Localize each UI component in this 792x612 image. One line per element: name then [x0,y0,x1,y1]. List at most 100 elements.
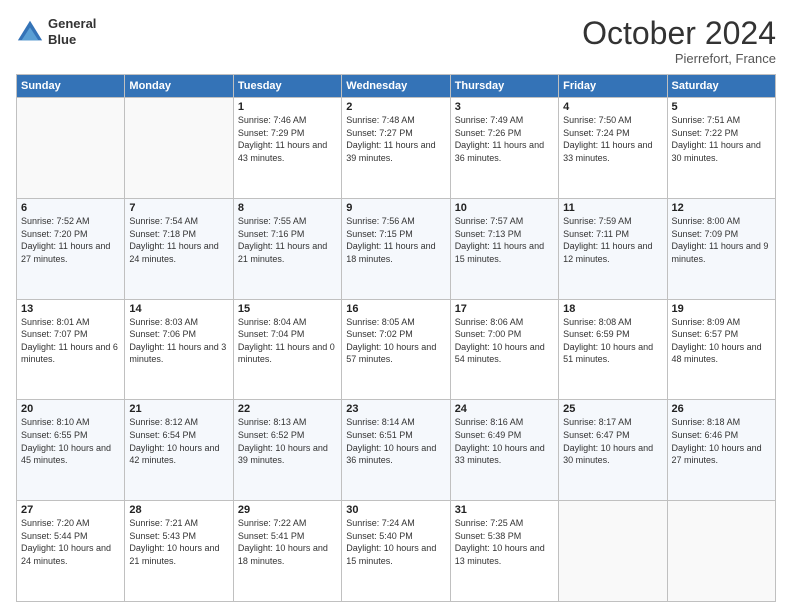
logo-line1: General [48,16,96,32]
day-info: Sunrise: 8:03 AM Sunset: 7:06 PM Dayligh… [129,316,228,366]
page: General Blue October 2024 Pierrefort, Fr… [0,0,792,612]
calendar-cell: 27Sunrise: 7:20 AM Sunset: 5:44 PM Dayli… [17,501,125,602]
day-info: Sunrise: 7:56 AM Sunset: 7:15 PM Dayligh… [346,215,445,265]
calendar-cell: 18Sunrise: 8:08 AM Sunset: 6:59 PM Dayli… [559,299,667,400]
weekday-header: Thursday [450,75,558,98]
calendar-cell: 16Sunrise: 8:05 AM Sunset: 7:02 PM Dayli… [342,299,450,400]
calendar-cell: 10Sunrise: 7:57 AM Sunset: 7:13 PM Dayli… [450,198,558,299]
day-info: Sunrise: 8:01 AM Sunset: 7:07 PM Dayligh… [21,316,120,366]
calendar-table: SundayMondayTuesdayWednesdayThursdayFrid… [16,74,776,602]
calendar-cell [667,501,775,602]
day-info: Sunrise: 7:20 AM Sunset: 5:44 PM Dayligh… [21,517,120,567]
day-number: 2 [346,101,445,113]
day-info: Sunrise: 8:06 AM Sunset: 7:00 PM Dayligh… [455,316,554,366]
calendar-week-row: 1Sunrise: 7:46 AM Sunset: 7:29 PM Daylig… [17,98,776,199]
day-number: 22 [238,403,337,415]
calendar-cell: 22Sunrise: 8:13 AM Sunset: 6:52 PM Dayli… [233,400,341,501]
calendar-week-row: 27Sunrise: 7:20 AM Sunset: 5:44 PM Dayli… [17,501,776,602]
day-info: Sunrise: 7:46 AM Sunset: 7:29 PM Dayligh… [238,114,337,164]
day-info: Sunrise: 7:22 AM Sunset: 5:41 PM Dayligh… [238,517,337,567]
day-number: 17 [455,303,554,315]
calendar-cell: 5Sunrise: 7:51 AM Sunset: 7:22 PM Daylig… [667,98,775,199]
day-info: Sunrise: 7:21 AM Sunset: 5:43 PM Dayligh… [129,517,228,567]
day-number: 27 [21,504,120,516]
calendar-cell: 25Sunrise: 8:17 AM Sunset: 6:47 PM Dayli… [559,400,667,501]
calendar-cell: 6Sunrise: 7:52 AM Sunset: 7:20 PM Daylig… [17,198,125,299]
day-number: 26 [672,403,771,415]
day-info: Sunrise: 8:14 AM Sunset: 6:51 PM Dayligh… [346,416,445,466]
day-number: 18 [563,303,662,315]
calendar-cell: 30Sunrise: 7:24 AM Sunset: 5:40 PM Dayli… [342,501,450,602]
calendar-cell: 4Sunrise: 7:50 AM Sunset: 7:24 PM Daylig… [559,98,667,199]
calendar-cell: 23Sunrise: 8:14 AM Sunset: 6:51 PM Dayli… [342,400,450,501]
month-title: October 2024 [582,16,776,51]
calendar-cell: 21Sunrise: 8:12 AM Sunset: 6:54 PM Dayli… [125,400,233,501]
day-number: 13 [21,303,120,315]
logo-icon [16,18,44,46]
calendar-cell: 19Sunrise: 8:09 AM Sunset: 6:57 PM Dayli… [667,299,775,400]
day-number: 16 [346,303,445,315]
day-number: 4 [563,101,662,113]
calendar-cell: 3Sunrise: 7:49 AM Sunset: 7:26 PM Daylig… [450,98,558,199]
day-info: Sunrise: 7:59 AM Sunset: 7:11 PM Dayligh… [563,215,662,265]
calendar-week-row: 13Sunrise: 8:01 AM Sunset: 7:07 PM Dayli… [17,299,776,400]
calendar-cell: 20Sunrise: 8:10 AM Sunset: 6:55 PM Dayli… [17,400,125,501]
day-number: 10 [455,202,554,214]
day-number: 28 [129,504,228,516]
day-info: Sunrise: 8:10 AM Sunset: 6:55 PM Dayligh… [21,416,120,466]
calendar-cell: 29Sunrise: 7:22 AM Sunset: 5:41 PM Dayli… [233,501,341,602]
day-number: 3 [455,101,554,113]
logo: General Blue [16,16,96,47]
calendar-cell: 28Sunrise: 7:21 AM Sunset: 5:43 PM Dayli… [125,501,233,602]
day-number: 21 [129,403,228,415]
calendar-header-row: SundayMondayTuesdayWednesdayThursdayFrid… [17,75,776,98]
calendar-cell: 9Sunrise: 7:56 AM Sunset: 7:15 PM Daylig… [342,198,450,299]
calendar-cell: 15Sunrise: 8:04 AM Sunset: 7:04 PM Dayli… [233,299,341,400]
day-number: 23 [346,403,445,415]
day-info: Sunrise: 8:16 AM Sunset: 6:49 PM Dayligh… [455,416,554,466]
calendar-cell: 31Sunrise: 7:25 AM Sunset: 5:38 PM Dayli… [450,501,558,602]
calendar-cell: 7Sunrise: 7:54 AM Sunset: 7:18 PM Daylig… [125,198,233,299]
day-number: 31 [455,504,554,516]
day-number: 20 [21,403,120,415]
calendar-week-row: 6Sunrise: 7:52 AM Sunset: 7:20 PM Daylig… [17,198,776,299]
calendar-cell: 26Sunrise: 8:18 AM Sunset: 6:46 PM Dayli… [667,400,775,501]
weekday-header: Saturday [667,75,775,98]
day-info: Sunrise: 8:12 AM Sunset: 6:54 PM Dayligh… [129,416,228,466]
day-number: 8 [238,202,337,214]
day-number: 25 [563,403,662,415]
weekday-header: Friday [559,75,667,98]
calendar-cell: 11Sunrise: 7:59 AM Sunset: 7:11 PM Dayli… [559,198,667,299]
day-info: Sunrise: 8:18 AM Sunset: 6:46 PM Dayligh… [672,416,771,466]
day-number: 15 [238,303,337,315]
day-number: 9 [346,202,445,214]
day-info: Sunrise: 7:55 AM Sunset: 7:16 PM Dayligh… [238,215,337,265]
day-info: Sunrise: 7:48 AM Sunset: 7:27 PM Dayligh… [346,114,445,164]
day-number: 30 [346,504,445,516]
weekday-header: Tuesday [233,75,341,98]
day-info: Sunrise: 7:49 AM Sunset: 7:26 PM Dayligh… [455,114,554,164]
day-number: 12 [672,202,771,214]
calendar-week-row: 20Sunrise: 8:10 AM Sunset: 6:55 PM Dayli… [17,400,776,501]
logo-line2: Blue [48,32,96,48]
logo-text: General Blue [48,16,96,47]
title-block: October 2024 Pierrefort, France [582,16,776,66]
day-info: Sunrise: 8:09 AM Sunset: 6:57 PM Dayligh… [672,316,771,366]
calendar-cell: 1Sunrise: 7:46 AM Sunset: 7:29 PM Daylig… [233,98,341,199]
calendar-cell [125,98,233,199]
day-number: 7 [129,202,228,214]
day-number: 14 [129,303,228,315]
day-info: Sunrise: 7:57 AM Sunset: 7:13 PM Dayligh… [455,215,554,265]
day-info: Sunrise: 8:00 AM Sunset: 7:09 PM Dayligh… [672,215,771,265]
location: Pierrefort, France [582,51,776,66]
header: General Blue October 2024 Pierrefort, Fr… [16,16,776,66]
day-info: Sunrise: 7:52 AM Sunset: 7:20 PM Dayligh… [21,215,120,265]
calendar-cell: 13Sunrise: 8:01 AM Sunset: 7:07 PM Dayli… [17,299,125,400]
weekday-header: Sunday [17,75,125,98]
day-info: Sunrise: 8:17 AM Sunset: 6:47 PM Dayligh… [563,416,662,466]
calendar-cell [559,501,667,602]
day-info: Sunrise: 7:51 AM Sunset: 7:22 PM Dayligh… [672,114,771,164]
day-number: 6 [21,202,120,214]
day-info: Sunrise: 8:04 AM Sunset: 7:04 PM Dayligh… [238,316,337,366]
calendar-cell: 14Sunrise: 8:03 AM Sunset: 7:06 PM Dayli… [125,299,233,400]
